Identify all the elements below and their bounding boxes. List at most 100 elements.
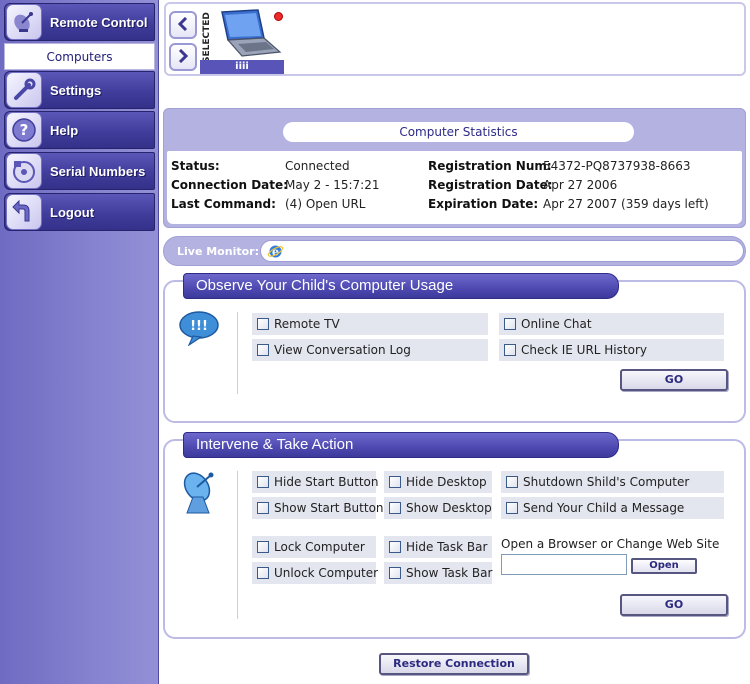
option-hide-start-button[interactable]: Hide Start Button (252, 471, 379, 493)
option-unlock-computer[interactable]: Unlock Computer (252, 562, 379, 584)
live-monitor: Live Monitor: e (163, 236, 746, 266)
option-label: Lock Computer (274, 540, 365, 554)
divider (237, 471, 238, 619)
last-command-value: (4) Open URL (285, 197, 366, 211)
option-label: View Conversation Log (274, 343, 411, 357)
satellite-dish-icon (179, 467, 219, 518)
option-label: Remote TV (274, 317, 340, 331)
browser-label: Open a Browser or Change Web Site (501, 537, 720, 551)
option-show-desktop[interactable]: Show Desktop (384, 497, 492, 519)
option-hide-desktop[interactable]: Hide Desktop (384, 471, 492, 493)
option-online-chat[interactable]: Online Chat (499, 313, 724, 335)
url-input[interactable] (501, 554, 627, 575)
intervene-go-button[interactable]: GO (620, 594, 728, 616)
expiration-date-label: Expiration Date: (428, 197, 539, 211)
registration-date-value: Apr 27 2006 (543, 178, 618, 192)
option-send-message[interactable]: Send Your Child a Message (501, 497, 724, 519)
checkbox[interactable] (257, 344, 269, 356)
connection-date-label: Connection Date: (171, 178, 288, 192)
chevron-left-icon (177, 16, 189, 34)
computer-name: iiii (200, 60, 284, 74)
status-value: Connected (285, 159, 350, 173)
option-label: Shutdown Shild's Computer (523, 475, 690, 489)
sidebar-item-label: Help (50, 122, 79, 138)
checkbox[interactable] (389, 541, 401, 553)
selected-label: SELECTED (202, 12, 212, 64)
checkbox[interactable] (257, 567, 269, 579)
sidebar-item-logout[interactable]: Logout (4, 193, 155, 231)
observe-panel: Observe Your Child's Computer Usage !!! … (163, 273, 746, 423)
sidebar-item-computers[interactable]: Computers (4, 43, 155, 70)
observe-panel-title: Observe Your Child's Computer Usage (183, 273, 619, 299)
checkbox[interactable] (389, 476, 401, 488)
option-label: Unlock Computer (274, 566, 379, 580)
registration-num-label: Registration Num: (428, 159, 552, 173)
option-label: Show Task Bar (406, 566, 493, 580)
satellite-dish-icon (6, 4, 42, 40)
checkbox[interactable] (257, 541, 269, 553)
live-monitor-box: e (260, 240, 744, 262)
sidebar-item-help[interactable]: ? Help (4, 111, 155, 149)
option-show-start-button[interactable]: Show Start Button (252, 497, 384, 519)
sidebar-item-label: Logout (50, 204, 95, 220)
checkbox[interactable] (257, 502, 269, 514)
registration-num-value: 54372-PQ8737938-8663 (543, 159, 691, 173)
svg-text:?: ? (20, 121, 29, 139)
checkbox[interactable] (506, 502, 518, 514)
divider (237, 312, 238, 394)
connection-date-value: May 2 - 15:7:21 (285, 178, 380, 192)
restore-connection-button[interactable]: Restore Connection (379, 653, 529, 675)
option-check-ie-url-history[interactable]: Check IE URL History (499, 339, 724, 361)
chevron-right-icon (177, 48, 189, 66)
option-label: Hide Desktop (406, 475, 487, 489)
sidebar-item-remote-control[interactable]: Remote Control (4, 3, 155, 41)
registration-date-label: Registration Date: (428, 178, 553, 192)
exit-arrow-icon (6, 194, 42, 230)
option-label: Check IE URL History (521, 343, 647, 357)
checkbox[interactable] (257, 318, 269, 330)
option-label: Hide Task Bar (406, 540, 488, 554)
sidebar-item-label: Serial Numbers (50, 163, 146, 179)
computer-statistics: Computer Statistics Status: Connected Co… (163, 108, 746, 228)
option-label: Online Chat (521, 317, 592, 331)
checkbox[interactable] (257, 476, 269, 488)
status-label: Status: (171, 159, 220, 173)
sidebar-item-serial-numbers[interactable]: Serial Numbers (4, 152, 155, 190)
svg-text:!!!: !!! (190, 319, 208, 334)
question-icon: ? (6, 112, 42, 148)
checkbox[interactable] (506, 476, 518, 488)
checkbox[interactable] (389, 502, 401, 514)
checkbox[interactable] (389, 567, 401, 579)
option-lock-computer[interactable]: Lock Computer (252, 536, 376, 558)
expiration-date-value: Apr 27 2007 (359 days left) (543, 197, 709, 211)
intervene-panel-title: Intervene & Take Action (183, 432, 619, 458)
sidebar-item-label: Remote Control (50, 14, 148, 30)
observe-go-button[interactable]: GO (620, 369, 728, 391)
cd-icon (6, 153, 42, 189)
last-command-label: Last Command: (171, 197, 276, 211)
stats-title: Computer Statistics (283, 122, 634, 142)
option-show-task-bar[interactable]: Show Task Bar (384, 562, 492, 584)
connection-status-dot (274, 12, 283, 21)
option-label: Hide Start Button (274, 475, 379, 489)
checkbox[interactable] (504, 318, 516, 330)
option-hide-task-bar[interactable]: Hide Task Bar (384, 536, 492, 558)
live-monitor-label: Live Monitor: (177, 245, 259, 258)
option-shutdown-computer[interactable]: Shutdown Shild's Computer (501, 471, 724, 493)
wrench-icon (6, 72, 42, 108)
computer-selector: SELECTED iiii (164, 2, 746, 76)
internet-explorer-icon[interactable]: e (267, 243, 284, 263)
sidebar: Remote Control Computers Settings ? Help… (0, 0, 159, 684)
option-remote-tv[interactable]: Remote TV (252, 313, 488, 335)
sidebar-item-label: Settings (50, 82, 102, 98)
option-label: Show Start Button (274, 501, 384, 515)
option-view-conversation-log[interactable]: View Conversation Log (252, 339, 488, 361)
speech-bubble-icon: !!! (179, 310, 223, 349)
stats-body: Status: Connected Connection Date: May 2… (167, 151, 742, 224)
open-url-button[interactable]: Open (631, 558, 697, 574)
sidebar-item-settings[interactable]: Settings (4, 71, 155, 109)
prev-computer-button[interactable] (169, 11, 197, 39)
next-computer-button[interactable] (169, 43, 197, 71)
checkbox[interactable] (504, 344, 516, 356)
option-label: Show Desktop (406, 501, 492, 515)
